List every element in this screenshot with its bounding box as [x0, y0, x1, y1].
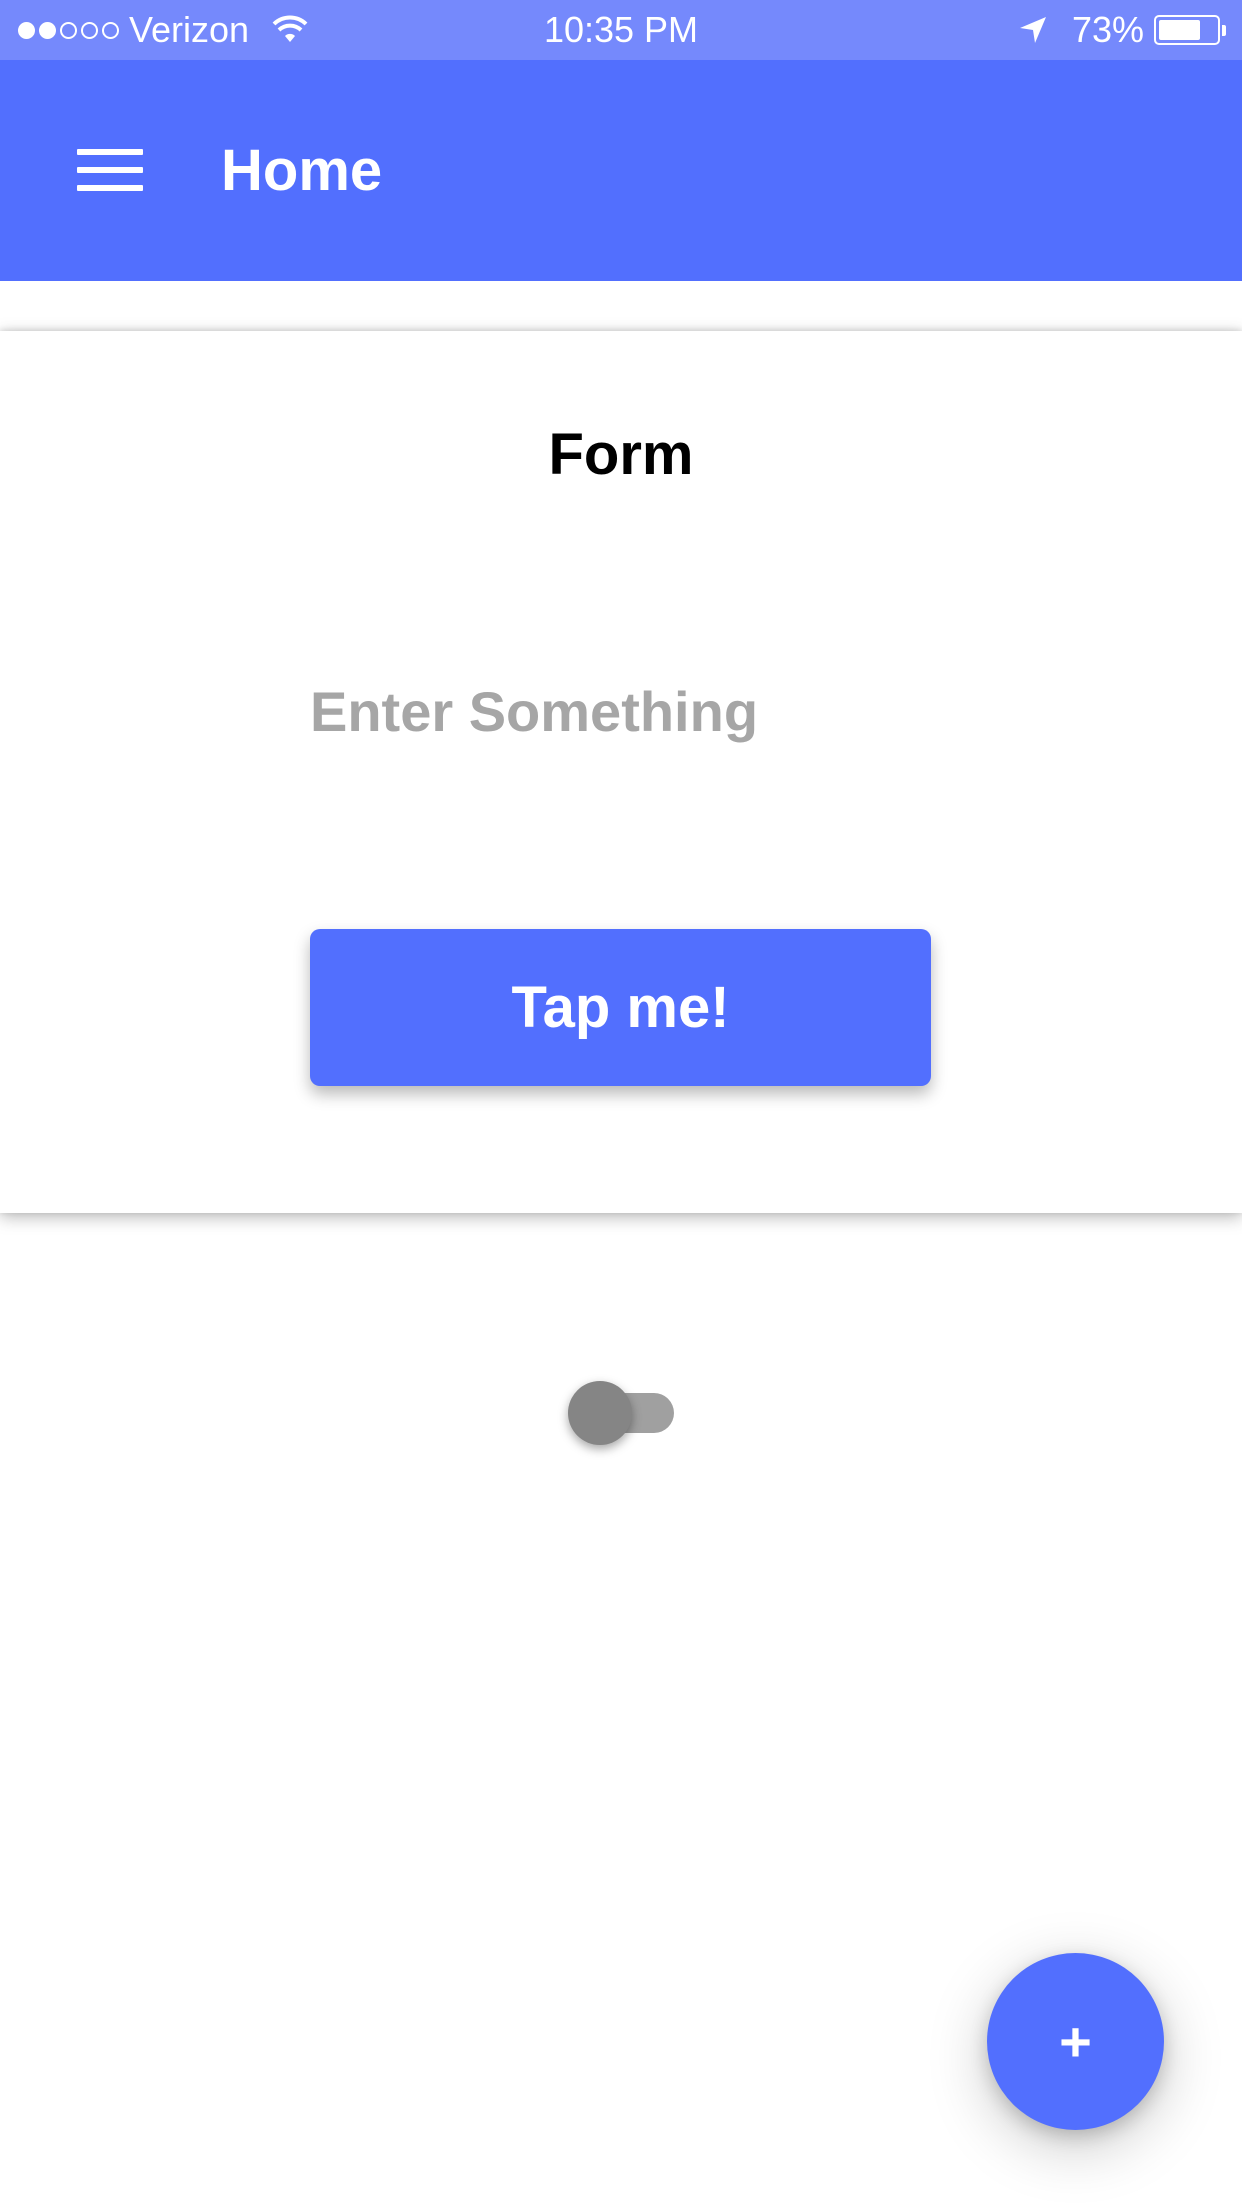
add-fab-button[interactable]: +: [987, 1953, 1164, 2130]
battery-icon: [1154, 15, 1226, 45]
toggle-switch[interactable]: [568, 1381, 674, 1445]
tap-me-button[interactable]: Tap me!: [310, 929, 931, 1086]
status-right: 73%: [1018, 0, 1226, 60]
text-input[interactable]: [310, 666, 932, 756]
location-arrow-icon: [1019, 17, 1046, 43]
toggle-thumb: [568, 1381, 632, 1445]
battery-percent: 73%: [1071, 9, 1144, 50]
status-bar: Verizon 10:35 PM 73%: [0, 0, 1242, 60]
plus-icon: +: [1059, 2010, 1092, 2073]
hamburger-menu-icon[interactable]: [77, 149, 143, 191]
form-title: Form: [548, 422, 694, 487]
form-card: Form Tap me!: [0, 331, 1242, 1213]
page-title: Home: [221, 137, 383, 203]
battery-level-fill: [1159, 20, 1200, 40]
app-bar: Home: [0, 60, 1242, 281]
